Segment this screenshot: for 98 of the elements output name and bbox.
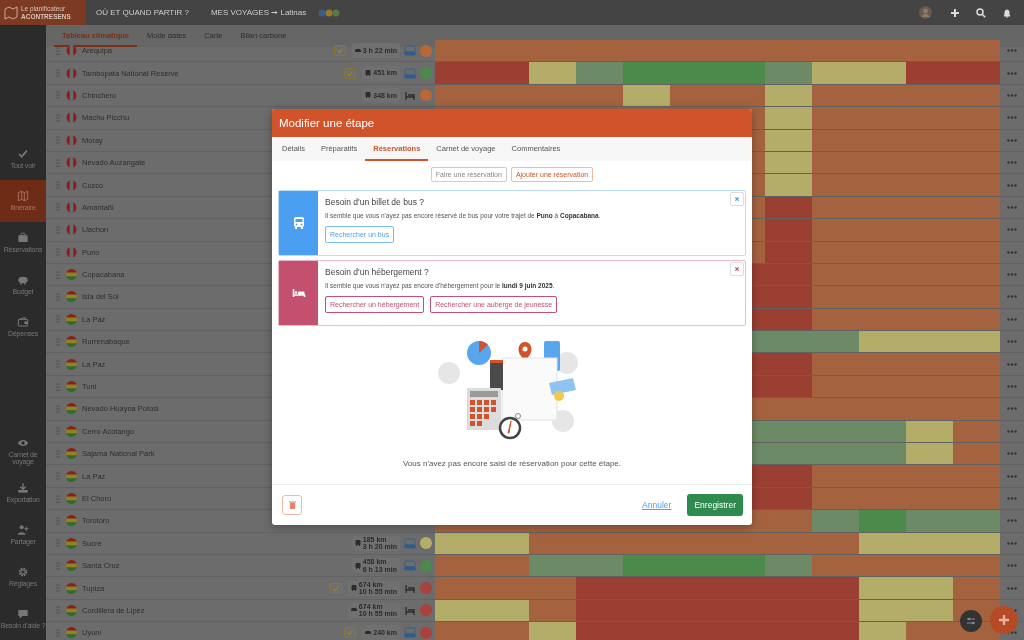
bed-icon[interactable] [404,604,416,616]
flag-icon [66,201,77,213]
bell-icon[interactable] [1002,7,1012,18]
flag-icon [66,112,77,124]
flag-icon [66,179,77,191]
plus-icon [998,614,1010,626]
bed-icon[interactable] [404,582,416,594]
more-icon[interactable] [1007,205,1017,209]
car-icon [365,629,372,636]
card-title: Besoin d'un billet de bus ? [325,197,425,207]
car-icon [350,607,357,614]
more-icon[interactable] [1007,273,1017,277]
more-icon[interactable] [1007,362,1017,366]
checkmark-icon [17,148,29,161]
card-title: Besoin d'un hébergement ? [325,267,430,277]
cancel-link[interactable]: Annuler [642,500,672,510]
more-icon[interactable] [1007,519,1017,523]
more-icon[interactable] [1007,49,1017,53]
empty-message: Vous n'avez pas encore saisi de réservation pour cette étape. [402,459,622,468]
dialog-title: Modifier une étape [279,117,375,129]
more-icon[interactable] [1007,317,1017,321]
avatar-icon[interactable] [919,6,932,19]
nav-link[interactable]: MES VOYAGES ➞ Latinas [210,8,307,17]
gear-icon [17,566,29,579]
more-icon[interactable] [1007,452,1017,456]
more-icon[interactable] [1007,183,1017,187]
more-icon[interactable] [1007,93,1017,97]
flag-icon [66,224,77,236]
more-icon[interactable] [1007,541,1017,545]
flag-icon [66,246,77,258]
more-icon[interactable] [1007,161,1017,165]
nights-badge-icon[interactable] [404,537,416,549]
flag-icon [66,67,77,79]
more-icon[interactable] [1007,295,1017,299]
close-icon[interactable] [730,192,744,206]
nights-badge-icon[interactable] [404,45,416,57]
more-icon[interactable] [1007,138,1017,142]
flag-icon [66,291,77,303]
search-icon[interactable] [976,7,986,18]
flag-icon [66,470,77,482]
map-icon [4,5,18,20]
more-icon[interactable] [1007,586,1017,590]
bus-icon [365,92,372,99]
bus-icon [354,562,361,569]
nav-link[interactable]: OÙ ET QUAND PARTIR ? [96,8,189,17]
map-icon [17,190,29,203]
bus-icon [350,585,357,592]
more-icon[interactable] [1007,71,1017,75]
more-icon[interactable] [1007,250,1017,254]
more-icon[interactable] [1007,497,1017,500]
flag-icon [66,448,77,460]
flag-icon [66,582,77,594]
save-button[interactable]: Enregistrer [687,494,743,516]
more-icon[interactable] [1007,429,1017,433]
speech-bubble-icon [17,608,29,621]
bus-icon [354,540,361,547]
flag-icon [66,627,77,639]
sliders-icon [966,616,976,626]
wallet-icon [17,316,29,329]
flag-icon [66,604,77,616]
bus-icon [365,70,372,77]
download-icon [17,482,29,495]
flag-icon [66,313,77,325]
nights-badge-icon[interactable] [404,627,416,639]
suitcase-icon [17,232,29,245]
more-icon[interactable] [1007,340,1017,344]
user-plus-icon [17,524,29,537]
flag-icon [66,89,77,101]
more-icon[interactable] [1007,407,1017,411]
bed-icon[interactable] [404,89,416,101]
flag-icon [66,381,77,393]
flag-icon [66,515,77,527]
nights-badge-icon[interactable] [404,67,416,79]
more-icon[interactable] [1007,474,1017,478]
delete-button[interactable] [282,495,302,515]
flag-icon [66,560,77,572]
plus-icon[interactable] [950,7,960,18]
flag-icon [66,269,77,281]
flag-icon [66,403,77,415]
add-button[interactable] [990,606,1018,634]
nights-badge-icon[interactable] [404,560,416,572]
more-icon[interactable] [1007,228,1017,232]
trash-icon [288,501,296,509]
close-icon[interactable] [730,262,744,276]
bed-icon [291,286,306,300]
flag-icon [66,358,77,370]
more-icon[interactable] [1007,385,1017,389]
bus-icon [291,216,306,230]
globe-icons [318,8,341,17]
flag-icon [66,157,77,169]
more-icon[interactable] [1007,564,1017,568]
flag-icon [66,134,77,146]
flag-icon [66,336,77,348]
flag-icon [66,425,77,437]
flag-icon [66,537,77,549]
more-icon[interactable] [1007,116,1017,120]
piggy-bank-icon [17,274,29,287]
flag-icon [66,493,77,504]
